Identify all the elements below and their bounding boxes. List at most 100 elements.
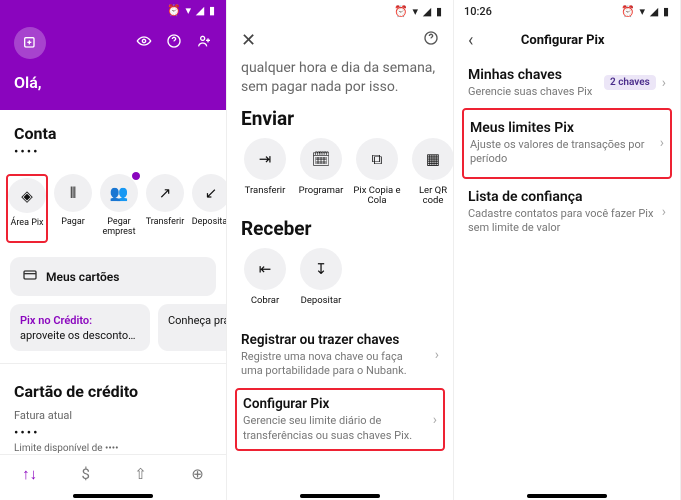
- invite-icon[interactable]: [196, 33, 212, 53]
- intro-text: qualquer hora e dia da semana, sem pagar…: [241, 59, 439, 97]
- action-icon: ↗: [146, 174, 184, 212]
- action--rea-pix[interactable]: ◈Área Pix: [6, 174, 48, 243]
- action-pegar-emprest[interactable]: 👥Pegar emprest: [98, 174, 140, 243]
- android-nav-bar: [227, 492, 453, 500]
- action-label: Depositar: [192, 218, 226, 238]
- status-bar: 10:26 ⏰ ▾ ◢ ▮: [454, 0, 680, 22]
- promo-card[interactable]: Conheça prática e…: [158, 304, 226, 351]
- action-cobrar[interactable]: ⇤Cobrar: [241, 248, 289, 316]
- status-icons: ⏰ ▾ ◢ ▮: [394, 5, 443, 18]
- chevron-right-icon: ›: [662, 204, 666, 220]
- receber-title: Receber: [241, 217, 439, 240]
- list-item[interactable]: Configurar Pix Gerencie seu limite diário…: [235, 388, 445, 451]
- action-label: Transferir: [146, 218, 185, 238]
- topbar: ✕: [227, 22, 453, 59]
- my-keys-title: Minhas chaves: [468, 67, 592, 83]
- keys-count-badge: 2 chaves: [604, 75, 656, 90]
- nav-transfers-icon[interactable]: ↑↓: [22, 465, 37, 483]
- help-icon[interactable]: [423, 30, 439, 51]
- android-nav-bar: [0, 492, 226, 500]
- action-icon: ↙: [192, 174, 226, 212]
- list-item-subtitle: Gerencie seu limite diário de transferên…: [243, 414, 425, 443]
- nav-share-icon[interactable]: ⇧: [134, 465, 147, 483]
- new-dot-icon: [132, 172, 140, 180]
- help-icon[interactable]: [166, 33, 182, 53]
- home-header: Olá,: [0, 21, 226, 110]
- chevron-right-icon: ›: [662, 75, 666, 91]
- screen-pix-area: ⏰ ▾ ◢ ▮ ✕ qualquer hora e dia da semana,…: [227, 0, 454, 500]
- action-label: Depositar: [301, 296, 342, 316]
- account-title[interactable]: Conta: [0, 110, 226, 145]
- action-label: Área Pix: [10, 219, 43, 239]
- enviar-title: Enviar: [241, 107, 439, 130]
- greeting-text: Olá,: [14, 73, 212, 92]
- page-title: Configurar Pix: [521, 33, 605, 48]
- action-ler-qr-code[interactable]: ▦ Ler QR code: [409, 138, 454, 207]
- action-label: Pix Copia e Cola: [353, 186, 401, 207]
- profile-add-icon[interactable]: [14, 27, 46, 59]
- list-item-subtitle: Cadastre contatos para você fazer Pix se…: [468, 207, 654, 236]
- eye-icon[interactable]: [136, 33, 152, 53]
- nav-more-icon[interactable]: ⊕: [191, 465, 204, 483]
- action-pagar[interactable]: ⦀Pagar: [52, 174, 94, 243]
- action-label: Programar: [299, 186, 344, 206]
- list-item[interactable]: Lista de confiança Cadastre contatos para…: [462, 179, 672, 246]
- action-icon: ⧉: [356, 138, 398, 180]
- status-icons: ⏰ ▾ ◢ ▮: [167, 4, 216, 17]
- divider: [0, 363, 226, 364]
- my-cards-label: Meus cartões: [46, 270, 119, 284]
- promo-subtitle: aproveite os desconto…: [20, 329, 140, 343]
- chevron-right-icon: ›: [435, 347, 439, 363]
- screen-configurar-pix: 10:26 ⏰ ▾ ◢ ▮ ‹ Configurar Pix Minhas ch…: [454, 0, 681, 500]
- action-icon: ↧: [300, 248, 342, 290]
- close-icon[interactable]: ✕: [241, 30, 256, 51]
- settings-list: Registrar ou trazer chavesRegistre uma n…: [241, 322, 439, 451]
- action-pix-copia-e-cola[interactable]: ⧉ Pix Copia e Cola: [353, 138, 401, 207]
- android-nav-bar: [454, 492, 680, 500]
- receber-actions: ⇤Cobrar ↧ Depositar: [241, 248, 439, 316]
- chevron-right-icon: ›: [660, 135, 664, 151]
- quick-actions-row: ◈Área Pix⦀Pagar👥Pegar emprest↗ Transferir…: [0, 170, 226, 243]
- credit-card-subtitle: Fatura atual: [0, 409, 226, 422]
- action-icon: ▦: [412, 138, 454, 180]
- list-item-title: Configurar Pix: [243, 396, 425, 412]
- list-item[interactable]: Meus limites Pix Ajuste os valores de tra…: [462, 108, 672, 179]
- promo-title: Pix no Crédito:: [20, 314, 140, 328]
- list-item[interactable]: Registrar ou trazer chavesRegistre uma n…: [241, 322, 439, 389]
- nav-money-icon[interactable]: $: [82, 465, 90, 483]
- account-balance-masked: ••••: [0, 145, 226, 170]
- list-item-title: Meus limites Pix: [470, 120, 652, 136]
- action-label: Ler QR code: [409, 186, 454, 207]
- action-depositar[interactable]: ↙ Depositar: [190, 174, 226, 243]
- status-bar: ⏰ ▾ ◢ ▮: [0, 0, 226, 21]
- config-list: Meus limites Pix Ajuste os valores de tra…: [454, 102, 680, 251]
- action-depositar[interactable]: ↧ Depositar: [297, 248, 345, 316]
- credit-card-value: ••••: [0, 422, 226, 441]
- list-item-subtitle: Ajuste os valores de transações por perí…: [470, 138, 652, 167]
- bottom-nav: ↑↓ $ ⇧ ⊕: [0, 454, 226, 492]
- action-transferir[interactable]: ↗ Transferir: [144, 174, 186, 243]
- credit-card-limit: Limite disponível de ••••: [0, 441, 226, 454]
- my-keys-subtitle: Gerencie suas chaves Pix: [468, 85, 592, 98]
- promo-row: Pix no Crédito: aproveite os desconto… C…: [0, 304, 226, 359]
- chevron-right-icon: ›: [433, 412, 437, 428]
- status-time: 10:26: [464, 5, 492, 18]
- status-bar: ⏰ ▾ ◢ ▮: [227, 0, 453, 22]
- promo-card[interactable]: Pix no Crédito: aproveite os desconto…: [10, 304, 150, 351]
- my-keys-section[interactable]: Minhas chaves Gerencie suas chaves Pix 2…: [454, 59, 680, 102]
- action-icon: ⇤: [244, 248, 286, 290]
- list-item-title: Registrar ou trazer chaves: [241, 332, 427, 348]
- card-icon: [22, 267, 38, 286]
- action-label: Pegar emprest: [98, 218, 140, 238]
- enviar-actions: ⇥Transferir🗓Programar⧉Pix Copia e Cola▦L…: [241, 138, 439, 207]
- my-cards-button[interactable]: Meus cartões: [10, 257, 216, 296]
- credit-card-title[interactable]: Cartão de crédito: [0, 368, 226, 403]
- list-item-title: Lista de confiança: [468, 189, 654, 205]
- topbar: ‹ Configurar Pix: [454, 22, 680, 59]
- action-transferir[interactable]: ⇥Transferir: [241, 138, 289, 207]
- back-icon[interactable]: ‹: [468, 30, 473, 51]
- action-label: Pagar: [61, 218, 85, 238]
- action-icon: 🗓: [300, 138, 342, 180]
- action-programar[interactable]: 🗓 Programar: [297, 138, 345, 207]
- status-icons: ⏰ ▾ ◢ ▮: [621, 5, 670, 18]
